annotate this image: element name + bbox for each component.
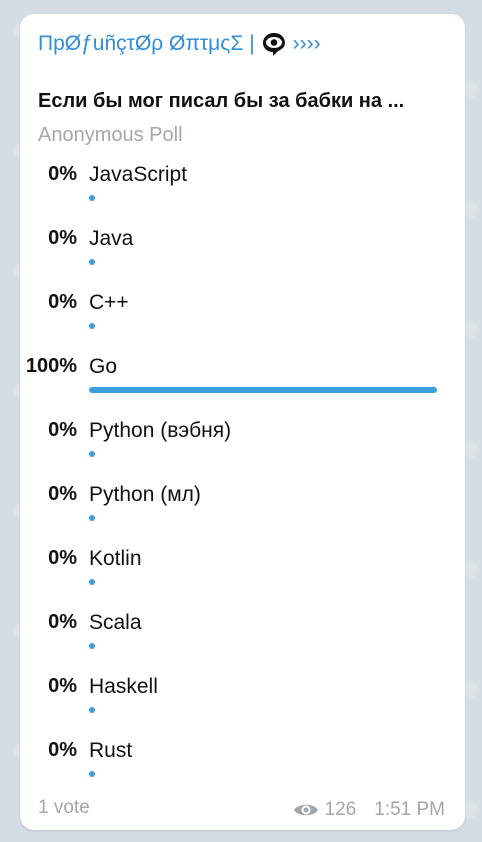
eye-in-speech-bubble-icon bbox=[262, 33, 285, 56]
option-result-bar bbox=[89, 707, 437, 713]
poll-option[interactable]: 0% C++ bbox=[20, 291, 465, 351]
poll-option[interactable]: 0% Scala bbox=[20, 611, 465, 671]
option-result-bar bbox=[89, 451, 437, 457]
eye-icon bbox=[293, 804, 318, 816]
option-percent: 100% bbox=[25, 355, 77, 377]
sender-suffix: ›››› bbox=[292, 32, 321, 55]
option-result-bar bbox=[89, 259, 437, 265]
option-percent: 0% bbox=[48, 163, 77, 185]
option-label: Python (вэбня) bbox=[89, 419, 232, 442]
poll-message-bubble[interactable]: ПрØƒuñçτØρ ØπτμςΣ | ›››› Если бы мог пис… bbox=[20, 14, 465, 830]
option-result-bar-fill bbox=[89, 451, 95, 457]
option-percent: 0% bbox=[48, 675, 77, 697]
poll-option[interactable]: 0% Python (вэбня) bbox=[20, 419, 465, 479]
option-result-bar bbox=[89, 515, 437, 521]
option-result-bar-fill bbox=[89, 579, 95, 585]
poll-option[interactable]: 0% Rust bbox=[20, 739, 465, 799]
option-label: JavaScript bbox=[89, 163, 188, 186]
poll-type-label: Anonymous Poll bbox=[38, 124, 183, 146]
poll-option[interactable]: 0% Python (мл) bbox=[20, 483, 465, 543]
option-result-bar-fill bbox=[89, 771, 95, 777]
option-percent: 0% bbox=[48, 483, 77, 505]
option-label: Scala bbox=[89, 611, 142, 634]
option-percent: 0% bbox=[48, 739, 77, 761]
poll-option[interactable]: 0% JavaScript bbox=[20, 163, 465, 223]
option-label: Python (мл) bbox=[89, 483, 201, 506]
option-label: Kotlin bbox=[89, 547, 142, 570]
option-result-bar-fill bbox=[89, 195, 95, 201]
poll-question: Если бы мог писал бы за бабки на ... bbox=[38, 90, 405, 112]
option-result-bar bbox=[89, 643, 437, 649]
option-result-bar-fill bbox=[89, 643, 95, 649]
option-label: Go bbox=[89, 355, 118, 378]
sender-name[interactable]: ПрØƒuñçτØρ ØπτμςΣ | ›››› bbox=[38, 31, 321, 57]
option-percent: 0% bbox=[48, 291, 77, 313]
option-result-bar-fill bbox=[89, 387, 437, 393]
sender-name-text: ПрØƒuñçτØρ ØπτμςΣ | bbox=[38, 32, 255, 55]
option-percent: 0% bbox=[48, 547, 77, 569]
option-result-bar bbox=[89, 195, 437, 201]
message-time: 1:51 PM bbox=[374, 799, 445, 820]
option-result-bar bbox=[89, 323, 437, 329]
option-label: Rust bbox=[89, 739, 133, 762]
option-result-bar-fill bbox=[89, 323, 95, 329]
option-label: Java bbox=[89, 227, 134, 250]
option-result-bar-fill bbox=[89, 707, 95, 713]
poll-option[interactable]: 0% Kotlin bbox=[20, 547, 465, 607]
vote-count[interactable]: 1 vote bbox=[38, 797, 90, 819]
option-result-bar bbox=[89, 579, 437, 585]
view-count: 126 bbox=[324, 799, 357, 820]
message-meta: 126 1:51 PM bbox=[293, 799, 445, 821]
poll-option[interactable]: 0% Java bbox=[20, 227, 465, 287]
poll-option[interactable]: 0% Haskell bbox=[20, 675, 465, 735]
option-result-bar-fill bbox=[89, 259, 95, 265]
option-result-bar bbox=[89, 387, 437, 393]
option-result-bar-fill bbox=[89, 515, 95, 521]
option-percent: 0% bbox=[48, 611, 77, 633]
option-label: Haskell bbox=[89, 675, 158, 698]
option-percent: 0% bbox=[48, 419, 77, 441]
poll-option[interactable]: 100% Go bbox=[20, 355, 465, 415]
option-label: C++ bbox=[89, 291, 129, 314]
option-percent: 0% bbox=[48, 227, 77, 249]
option-result-bar bbox=[89, 771, 437, 777]
